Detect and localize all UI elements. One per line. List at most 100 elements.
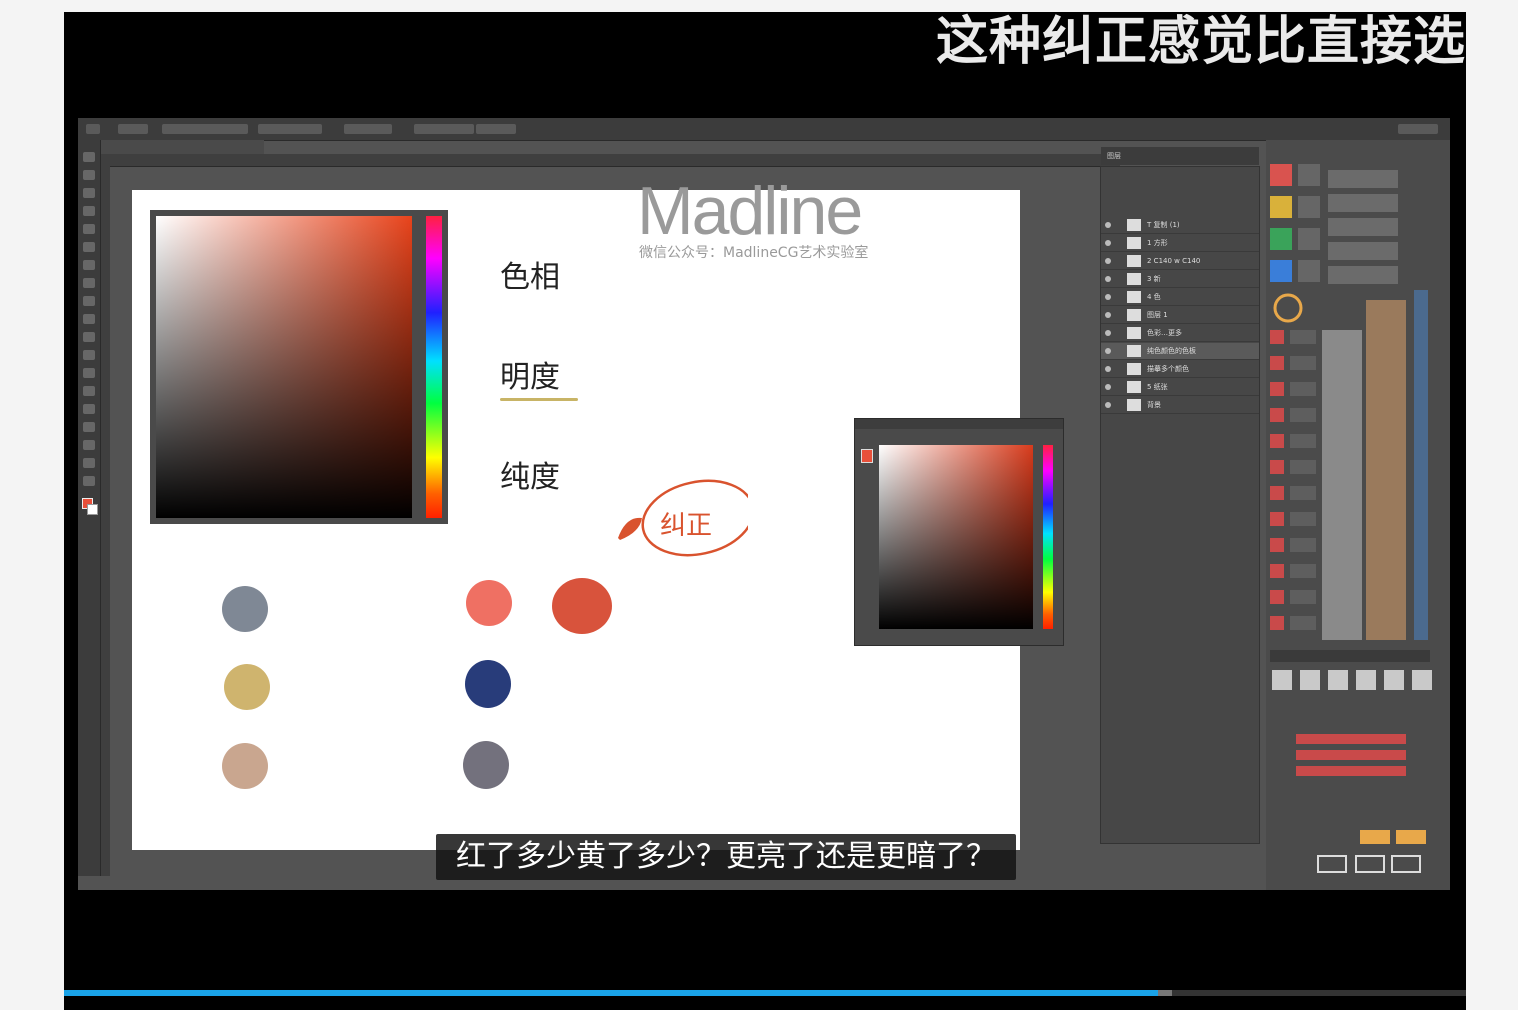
brightness-underline-stroke <box>500 398 578 401</box>
magic-wand-tool-icon[interactable] <box>83 206 95 216</box>
visibility-eye-icon[interactable] <box>1105 366 1111 372</box>
layer-thumbnail <box>1127 345 1141 357</box>
layer-name: 色彩…更多 <box>1147 329 1182 337</box>
horizontal-ruler <box>100 154 1120 167</box>
color-picker-large[interactable] <box>150 210 448 524</box>
layer-thumbnail <box>1127 237 1141 249</box>
dodge-tool-icon[interactable] <box>83 368 95 378</box>
label-hue: 色相 <box>500 260 560 295</box>
eraser-tool-icon[interactable] <box>83 314 95 324</box>
shape-tool-icon[interactable] <box>83 440 95 450</box>
eyedropper-tool-icon[interactable] <box>83 242 95 252</box>
visibility-eye-icon[interactable] <box>1105 330 1111 336</box>
label-saturation: 纯度 <box>500 460 560 495</box>
layer-thumbnail <box>1127 399 1141 411</box>
layer-row[interactable]: 5 纸张 <box>1101 379 1259 396</box>
tools-panel <box>78 140 101 876</box>
move-tool-icon[interactable] <box>83 152 95 162</box>
layer-name: 5 纸张 <box>1147 383 1168 391</box>
color-picker-panel[interactable] <box>854 418 1064 646</box>
layer-name: 描摹多个颜色 <box>1147 365 1189 373</box>
layer-name: 3 新 <box>1147 275 1161 283</box>
layer-thumbnail <box>1127 273 1141 285</box>
layer-row[interactable]: 背景 <box>1101 397 1259 414</box>
visibility-eye-icon[interactable] <box>1105 240 1111 246</box>
video-subtitle: 红了多少黄了多少？更亮了还是更暗了？ <box>436 834 1016 880</box>
color-panel-hue-slider[interactable] <box>1043 445 1053 629</box>
lasso-tool-icon[interactable] <box>83 188 95 198</box>
swatch-gold <box>224 664 270 710</box>
layer-name: 4 色 <box>1147 293 1161 301</box>
history-brush-tool-icon[interactable] <box>83 296 95 306</box>
visibility-eye-icon[interactable] <box>1105 294 1111 300</box>
brush-preset-grid[interactable] <box>1266 140 1450 890</box>
layer-thumbnail <box>1127 309 1141 321</box>
layer-thumbnail <box>1127 327 1141 339</box>
label-brightness: 明度 <box>500 360 560 395</box>
stamp-tool-icon[interactable] <box>83 278 95 288</box>
brushes-panel <box>1266 140 1450 890</box>
layer-thumbnail <box>1127 381 1141 393</box>
video-progress-bar[interactable] <box>64 990 1466 996</box>
brush-tool-icon[interactable] <box>83 260 95 270</box>
marquee-tool-icon[interactable] <box>83 170 95 180</box>
layers-panel-title[interactable]: 图层 <box>1101 147 1259 165</box>
visibility-eye-icon[interactable] <box>1105 258 1111 264</box>
visibility-eye-icon[interactable] <box>1105 222 1111 228</box>
zoom-tool-icon[interactable] <box>83 476 95 486</box>
path-select-tool-icon[interactable] <box>83 422 95 432</box>
layers-panel: 图层 T 复制 (1) 1 方形 2 C140 w C140 3 新 4 色图层 1 色彩… <box>1100 147 1260 844</box>
madline-logo: Madline <box>637 173 863 249</box>
layer-row[interactable]: 3 新 <box>1101 271 1259 288</box>
hand-tool-icon[interactable] <box>83 458 95 468</box>
swatch-navy <box>465 660 511 708</box>
visibility-eye-icon[interactable] <box>1105 276 1111 282</box>
color-panel-header[interactable] <box>855 419 1063 429</box>
video-progress-fill <box>64 990 1158 996</box>
layer-row[interactable]: 纯色颜色的色板 <box>1101 343 1259 360</box>
visibility-eye-icon[interactable] <box>1105 402 1111 408</box>
layer-thumbnail <box>1127 291 1141 303</box>
current-color-swatch[interactable] <box>861 449 873 463</box>
saturation-brightness-field[interactable] <box>156 216 412 518</box>
swatch-gray-blue <box>222 586 268 632</box>
swatch-red-orange-painted <box>552 578 612 634</box>
wechat-account-text: 微信公众号：MadlineCG艺术实验室 <box>639 245 869 261</box>
layer-row[interactable]: 图层 1 <box>1101 307 1259 324</box>
visibility-eye-icon[interactable] <box>1105 348 1111 354</box>
crop-tool-icon[interactable] <box>83 224 95 234</box>
handwritten-annotation: 纠正 <box>618 479 748 557</box>
annotation-text: 纠正 <box>660 511 712 541</box>
background-color-swatch[interactable] <box>87 504 98 515</box>
swatch-beige <box>222 743 268 789</box>
layer-thumbnail <box>1127 363 1141 375</box>
layer-name: T 复制 (1) <box>1147 221 1180 229</box>
layer-row[interactable]: T 复制 (1) <box>1101 217 1259 234</box>
layer-thumbnail <box>1127 255 1141 267</box>
pen-tool-icon[interactable] <box>83 386 95 396</box>
layer-name: 纯色颜色的色板 <box>1147 347 1196 355</box>
color-panel-field[interactable] <box>879 445 1033 629</box>
gradient-tool-icon[interactable] <box>83 332 95 342</box>
blur-tool-icon[interactable] <box>83 350 95 360</box>
hue-slider[interactable] <box>426 216 442 518</box>
layer-name: 背景 <box>1147 401 1161 409</box>
layer-row[interactable]: 4 色 <box>1101 289 1259 306</box>
layer-row[interactable]: 色彩…更多 <box>1101 325 1259 342</box>
video-headline-text: 这种纠正感觉比直接选 <box>935 12 1466 72</box>
swatch-coral <box>466 580 512 626</box>
layer-row[interactable]: 描摹多个颜色 <box>1101 361 1259 378</box>
layer-name: 2 C140 w C140 <box>1147 257 1201 265</box>
document-tab[interactable] <box>100 140 264 154</box>
swatch-slate-gray <box>463 741 509 789</box>
visibility-eye-icon[interactable] <box>1105 384 1111 390</box>
layer-row[interactable]: 1 方形 <box>1101 235 1259 252</box>
layer-thumbnail <box>1127 219 1141 231</box>
type-tool-icon[interactable] <box>83 404 95 414</box>
vertical-ruler <box>100 166 110 876</box>
layer-row[interactable]: 2 C140 w C140 <box>1101 253 1259 270</box>
layer-name: 1 方形 <box>1147 239 1168 247</box>
video-buffer-bar <box>1157 990 1172 996</box>
visibility-eye-icon[interactable] <box>1105 312 1111 318</box>
video-player[interactable]: 这种纠正感觉比直接选 色相 明度 纯度 Madline 微信公众号：Madlin… <box>64 12 1466 1010</box>
